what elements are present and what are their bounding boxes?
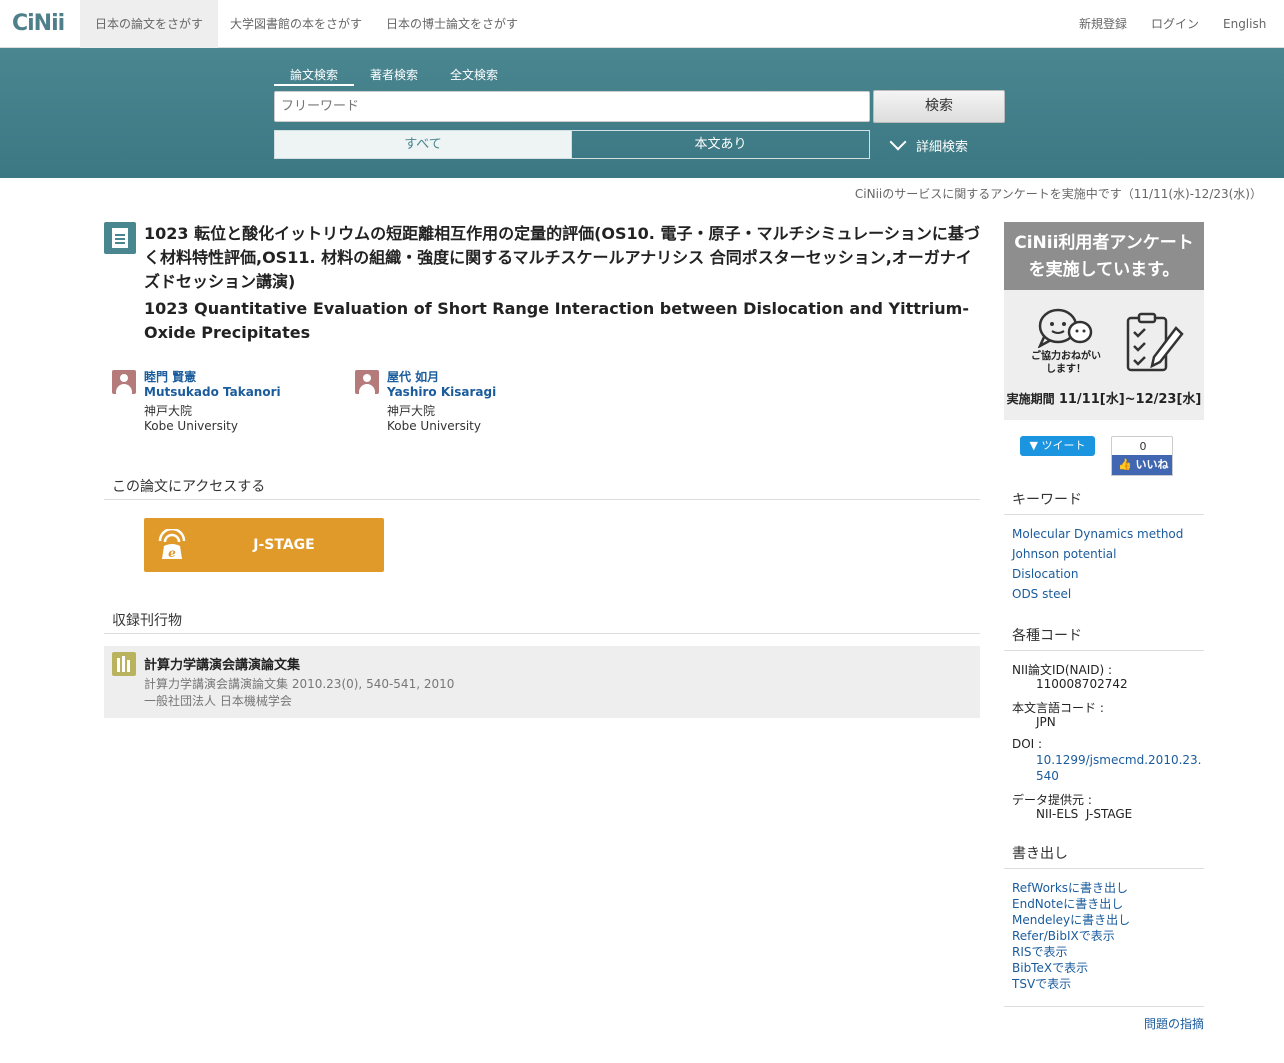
survey-banner-title: CiNii利用者アンケート を実施しています。 xyxy=(1004,222,1204,290)
data-provider-value: NII-ELS J-STAGE xyxy=(1036,807,1133,821)
tab-author-search[interactable]: 著者検索 xyxy=(354,66,434,86)
cinii-logo[interactable]: CiNii xyxy=(12,11,65,36)
access-heading: この論文にアクセスする xyxy=(104,476,980,500)
top-navbar: CiNii 日本の論文をさがす 大学図書館の本をさがす 日本の博士論文をさがす … xyxy=(0,0,1284,48)
search-button[interactable]: 検索 xyxy=(873,90,1005,123)
keywords-heading: キーワード xyxy=(1004,489,1204,515)
author-name[interactable]: 屋代 如月 Yashiro Kisaragi xyxy=(387,370,496,400)
keyword-link[interactable]: Dislocation xyxy=(1012,567,1078,581)
thumbs-up-icon: 👍 xyxy=(1118,458,1132,471)
journal-title[interactable]: 計算力学講演会講演論文集 xyxy=(144,654,300,673)
export-heading: 書き出し xyxy=(1004,843,1204,869)
like-button[interactable]: 👍 いいね xyxy=(1112,455,1172,475)
survey-caption: ご協力おねがい します！ xyxy=(1031,351,1101,375)
survey-period: 実施期間 11/11[水]~12/23[水] xyxy=(1006,392,1202,407)
facebook-like[interactable]: 0 👍 いいね xyxy=(1111,436,1173,476)
export-refworks-link[interactable]: RefWorksに書き出し xyxy=(1012,879,1128,896)
language-code-value: JPN xyxy=(1036,715,1056,729)
search-band: 論文検索 著者検索 全文検索 検索 すべて 本文あり 詳細検索 xyxy=(0,48,1284,178)
doi-link[interactable]: 10.1299/jsmecmd.2010.23. 540 xyxy=(1036,752,1201,784)
journal-detail: 計算力学講演会講演論文集 2010.23(0), 540-541, 2010 xyxy=(144,677,455,691)
journal-icon xyxy=(112,652,136,676)
article-title-ja: 1023 転位と酸化イットリウムの短距離相互作用の定量的評価(OS10. 電子・… xyxy=(144,224,980,291)
keyword-link[interactable]: ODS steel xyxy=(1012,587,1071,601)
avatar-icon xyxy=(355,370,379,394)
jstage-button[interactable]: e J-STAGE xyxy=(144,518,384,572)
journal-publisher: 一般社団法人 日本機械学会 xyxy=(144,694,292,708)
journal-card: 計算力学講演会講演論文集 計算力学講演会講演論文集 2010.23(0), 54… xyxy=(104,646,980,718)
export-bibtex-link[interactable]: BibTeXで表示 xyxy=(1012,959,1088,976)
survey-banner[interactable]: CiNii利用者アンケート を実施しています。 ご協力おねがい します！ 実施期… xyxy=(1004,222,1204,420)
chevron-down-icon xyxy=(889,133,907,151)
search-input[interactable] xyxy=(274,91,870,122)
avatar-icon xyxy=(112,370,136,394)
sidebar-divider xyxy=(1004,1006,1204,1007)
codes-heading: 各種コード xyxy=(1004,625,1204,651)
language-link[interactable]: English xyxy=(1223,0,1266,48)
twitter-icon: ▼ xyxy=(1029,439,1042,452)
like-count: 0 xyxy=(1139,440,1147,453)
nav-tab-articles[interactable]: 日本の論文をさがす xyxy=(80,0,218,48)
export-mendeley-link[interactable]: Mendeleyに書き出し xyxy=(1012,911,1130,928)
tab-fulltext-search[interactable]: 全文検索 xyxy=(434,66,514,86)
export-refer-link[interactable]: Refer/BibIXで表示 xyxy=(1012,927,1115,944)
filter-fulltext[interactable]: 本文あり xyxy=(571,130,870,159)
clipboard-icon xyxy=(1126,312,1184,372)
keyword-link[interactable]: Johnson potential xyxy=(1012,547,1116,561)
author-name[interactable]: 睦門 賢憲 Mutsukado Takanori xyxy=(144,370,281,400)
survey-notice[interactable]: CiNiiのサービスに関するアンケートを実施中です（11/11(水)-12/23… xyxy=(855,185,1262,202)
language-code-label: 本文言語コード : xyxy=(1012,701,1104,715)
report-problem-link[interactable]: 問題の指摘 xyxy=(1144,1015,1204,1032)
filter-all[interactable]: すべて xyxy=(274,130,572,159)
journal-heading: 収録刊行物 xyxy=(104,610,980,634)
export-endnote-link[interactable]: EndNoteに書き出し xyxy=(1012,895,1123,912)
export-ris-link[interactable]: RISで表示 xyxy=(1012,943,1068,960)
login-link[interactable]: ログイン xyxy=(1151,0,1199,48)
export-tsv-link[interactable]: TSVで表示 xyxy=(1012,975,1071,992)
nav-tab-dissertations[interactable]: 日本の博士論文をさがす xyxy=(371,0,533,48)
advanced-search-label: 詳細検索 xyxy=(916,140,969,155)
chat-bubbles-icon xyxy=(1037,308,1093,348)
author-affiliation: 神戸大院 Kobe University xyxy=(144,404,238,433)
tweet-button[interactable]: ▼ ツイート xyxy=(1020,436,1095,456)
document-icon xyxy=(104,222,136,254)
keyword-link[interactable]: Molecular Dynamics method xyxy=(1012,527,1183,541)
naid-value: 110008702742 xyxy=(1036,677,1128,691)
doi-label: DOI : xyxy=(1012,737,1043,751)
author-affiliation: 神戸大院 Kobe University xyxy=(387,404,481,433)
register-link[interactable]: 新規登録 xyxy=(1079,0,1127,48)
advanced-search-toggle[interactable]: 詳細検索 xyxy=(889,133,969,155)
jstage-label: J-STAGE xyxy=(253,537,315,553)
nav-tab-books[interactable]: 大学図書館の本をさがす xyxy=(215,0,377,48)
tab-article-search[interactable]: 論文検索 xyxy=(274,66,354,86)
article-title-en: 1023 Quantitative Evaluation of Short Ra… xyxy=(144,299,969,342)
